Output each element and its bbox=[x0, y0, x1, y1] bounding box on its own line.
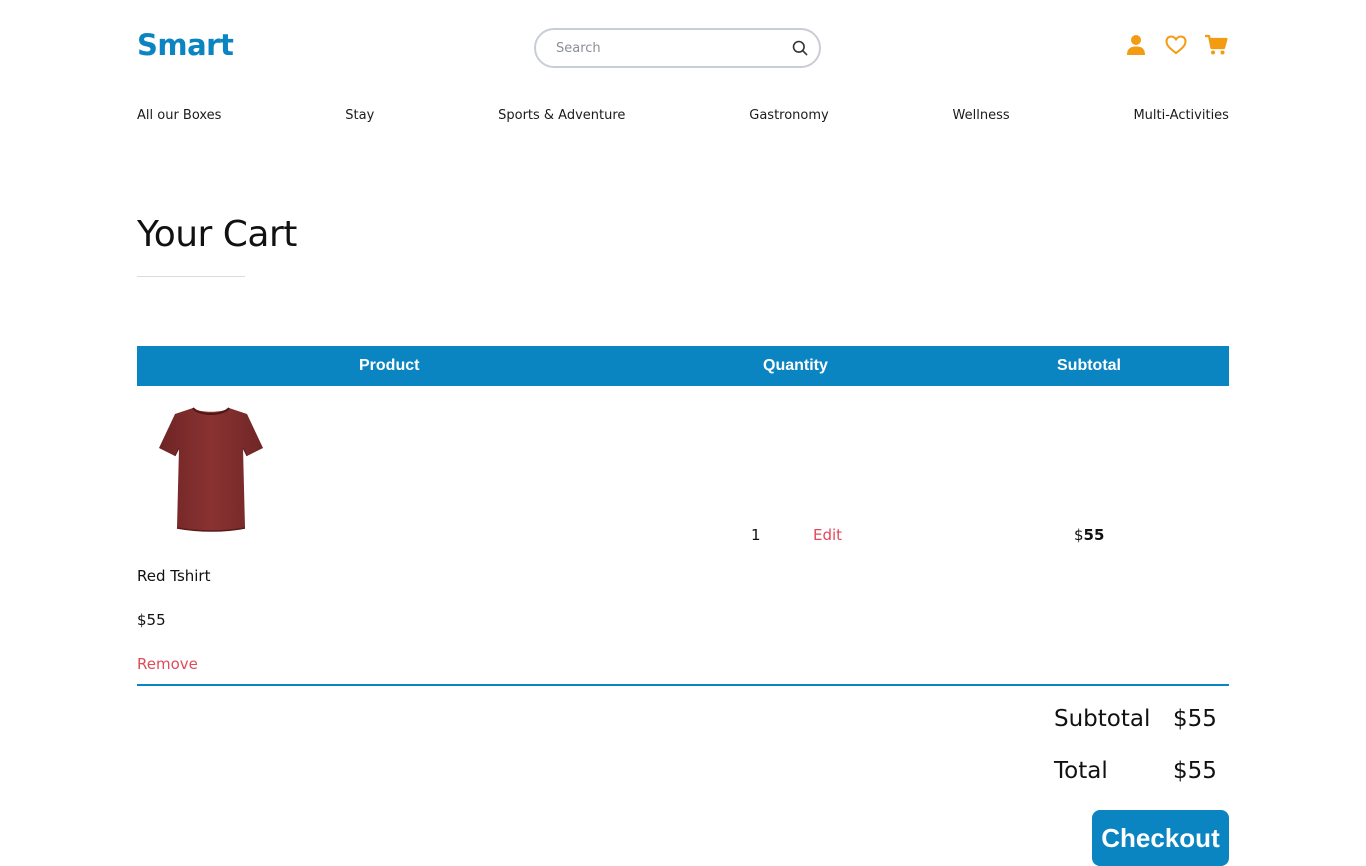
column-header-quantity: Quantity bbox=[763, 357, 828, 374]
cart-row: Red Tshirt $55 Remove 1 Edit $55 bbox=[137, 386, 1229, 686]
summary-subtotal-line: Subtotal $55 bbox=[1054, 706, 1229, 758]
heart-icon[interactable] bbox=[1163, 32, 1189, 58]
product-name[interactable]: Red Tshirt bbox=[137, 567, 210, 585]
site-logo[interactable]: Smart bbox=[137, 28, 234, 62]
page-title: Your Cart bbox=[137, 214, 297, 255]
column-header-subtotal: Subtotal bbox=[1057, 357, 1121, 374]
item-subtotal-amount: 55 bbox=[1083, 526, 1105, 544]
summary-total-label: Total bbox=[1054, 758, 1108, 784]
user-icon[interactable] bbox=[1123, 32, 1149, 58]
cart-icon[interactable] bbox=[1203, 32, 1229, 58]
remove-item-link[interactable]: Remove bbox=[137, 655, 198, 673]
cart-table-header: Product Quantity Subtotal bbox=[137, 346, 1229, 386]
nav-item-sports-adventure[interactable]: Sports & Adventure bbox=[498, 108, 625, 123]
nav-item-gastronomy[interactable]: Gastronomy bbox=[749, 108, 828, 123]
search-input[interactable] bbox=[556, 40, 791, 56]
site-header: Smart bbox=[137, 24, 1229, 72]
search-icon[interactable] bbox=[791, 39, 809, 57]
item-subtotal-currency: $ bbox=[1074, 526, 1084, 544]
search-bar[interactable] bbox=[534, 28, 821, 68]
summary-total-line: Total $55 bbox=[1054, 758, 1229, 810]
header-icons bbox=[1123, 32, 1229, 58]
summary-total-value: $55 bbox=[1173, 758, 1217, 784]
title-divider bbox=[137, 276, 245, 277]
column-header-product: Product bbox=[359, 357, 420, 374]
item-quantity: 1 bbox=[751, 526, 761, 544]
product-image[interactable] bbox=[155, 404, 267, 534]
order-summary: Subtotal $55 Total $55 bbox=[1054, 706, 1229, 810]
product-price: $55 bbox=[137, 611, 166, 629]
summary-subtotal-label: Subtotal bbox=[1054, 706, 1151, 732]
nav-item-wellness[interactable]: Wellness bbox=[953, 108, 1010, 123]
item-subtotal: $55 bbox=[1074, 526, 1104, 544]
checkout-button[interactable]: Checkout bbox=[1092, 810, 1229, 866]
nav-item-multi-activities[interactable]: Multi-Activities bbox=[1133, 108, 1229, 123]
main-nav: All our Boxes Stay Sports & Adventure Ga… bbox=[137, 108, 1229, 123]
edit-quantity-link[interactable]: Edit bbox=[813, 526, 842, 544]
nav-item-all-boxes[interactable]: All our Boxes bbox=[137, 108, 221, 123]
summary-subtotal-value: $55 bbox=[1173, 706, 1217, 732]
nav-item-stay[interactable]: Stay bbox=[345, 108, 374, 123]
